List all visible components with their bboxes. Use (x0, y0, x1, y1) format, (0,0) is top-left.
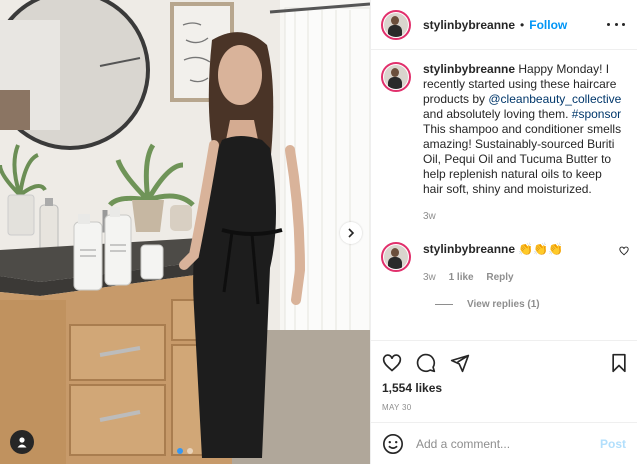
post-date: MAY 30 (382, 403, 412, 412)
post-sidebar: stylinbybreanne • Follow stylinbybreanne… (370, 0, 637, 464)
share-button[interactable] (450, 353, 470, 373)
tagged-users-button[interactable] (10, 430, 34, 454)
post-header: stylinbybreanne • Follow (371, 0, 637, 50)
post-photo[interactable] (0, 0, 370, 464)
carousel-dot (187, 448, 193, 454)
view-replies-label: View replies (1) (467, 299, 540, 310)
bookmark-icon (612, 353, 626, 373)
comment-age: 3w (423, 272, 436, 283)
user-icon (17, 437, 27, 448)
comment-likes[interactable]: 1 like (449, 272, 474, 283)
caption-body: stylinbybreanne Happy Monday! I recently… (423, 62, 625, 224)
comments-section: stylinbybreanne Happy Monday! I recently… (371, 50, 637, 340)
engagement-section: 1,554 likes MAY 30 (371, 340, 637, 412)
caption-username[interactable]: stylinbybreanne (423, 62, 515, 76)
comment-avatar[interactable] (381, 242, 411, 272)
action-bar (371, 341, 637, 377)
caption-age: 3w (423, 211, 436, 222)
caption: stylinbybreanne Happy Monday! I recently… (381, 62, 625, 224)
carousel-dot-active (177, 448, 183, 454)
comment-meta: 3w 1 like Reply (423, 270, 625, 285)
view-replies-button[interactable]: View replies (1) (435, 299, 625, 310)
comment-input[interactable]: Add a comment... (416, 437, 600, 451)
bathroom-photo (0, 0, 370, 464)
comment-like-heart-icon[interactable] (619, 246, 629, 256)
comment: stylinbybreanne 👏👏👏 3w 1 like Reply (381, 242, 629, 285)
caption-mention-link[interactable]: @cleanbeauty_collective (488, 92, 621, 106)
more-options-icon[interactable] (607, 23, 625, 26)
comment-bubble-icon (416, 353, 436, 373)
comment-composer: Add a comment... Post (371, 422, 637, 464)
comment-body: stylinbybreanne 👏👏👏 3w 1 like Reply (423, 242, 629, 285)
header-separator: • (520, 17, 525, 32)
carousel-indicator (177, 448, 193, 454)
follow-button[interactable]: Follow (529, 18, 567, 32)
author-username[interactable]: stylinbybreanne (423, 18, 515, 32)
heart-icon (382, 354, 402, 372)
caption-text-3: This shampoo and conditioner smells amaz… (423, 122, 622, 196)
caption-text-2: and absolutely loving them. (423, 107, 572, 121)
comment-username[interactable]: stylinbybreanne (423, 242, 515, 256)
comment-text: 👏👏👏 (515, 242, 564, 256)
caption-hashtag-link[interactable]: #sponsor (572, 107, 621, 121)
post-comment-button[interactable]: Post (600, 437, 626, 451)
emoji-icon[interactable] (382, 433, 404, 455)
like-button[interactable] (382, 353, 402, 373)
view-replies-line (435, 304, 453, 305)
save-button[interactable] (610, 353, 628, 373)
author-avatar[interactable] (381, 9, 411, 40)
next-photo-button[interactable] (340, 222, 362, 244)
chevron-right-icon (348, 228, 355, 238)
comment-button[interactable] (416, 353, 436, 373)
paper-plane-icon (450, 354, 470, 373)
like-count[interactable]: 1,554 likes (371, 377, 637, 395)
caption-avatar[interactable] (381, 62, 411, 92)
reply-button[interactable]: Reply (486, 272, 513, 283)
